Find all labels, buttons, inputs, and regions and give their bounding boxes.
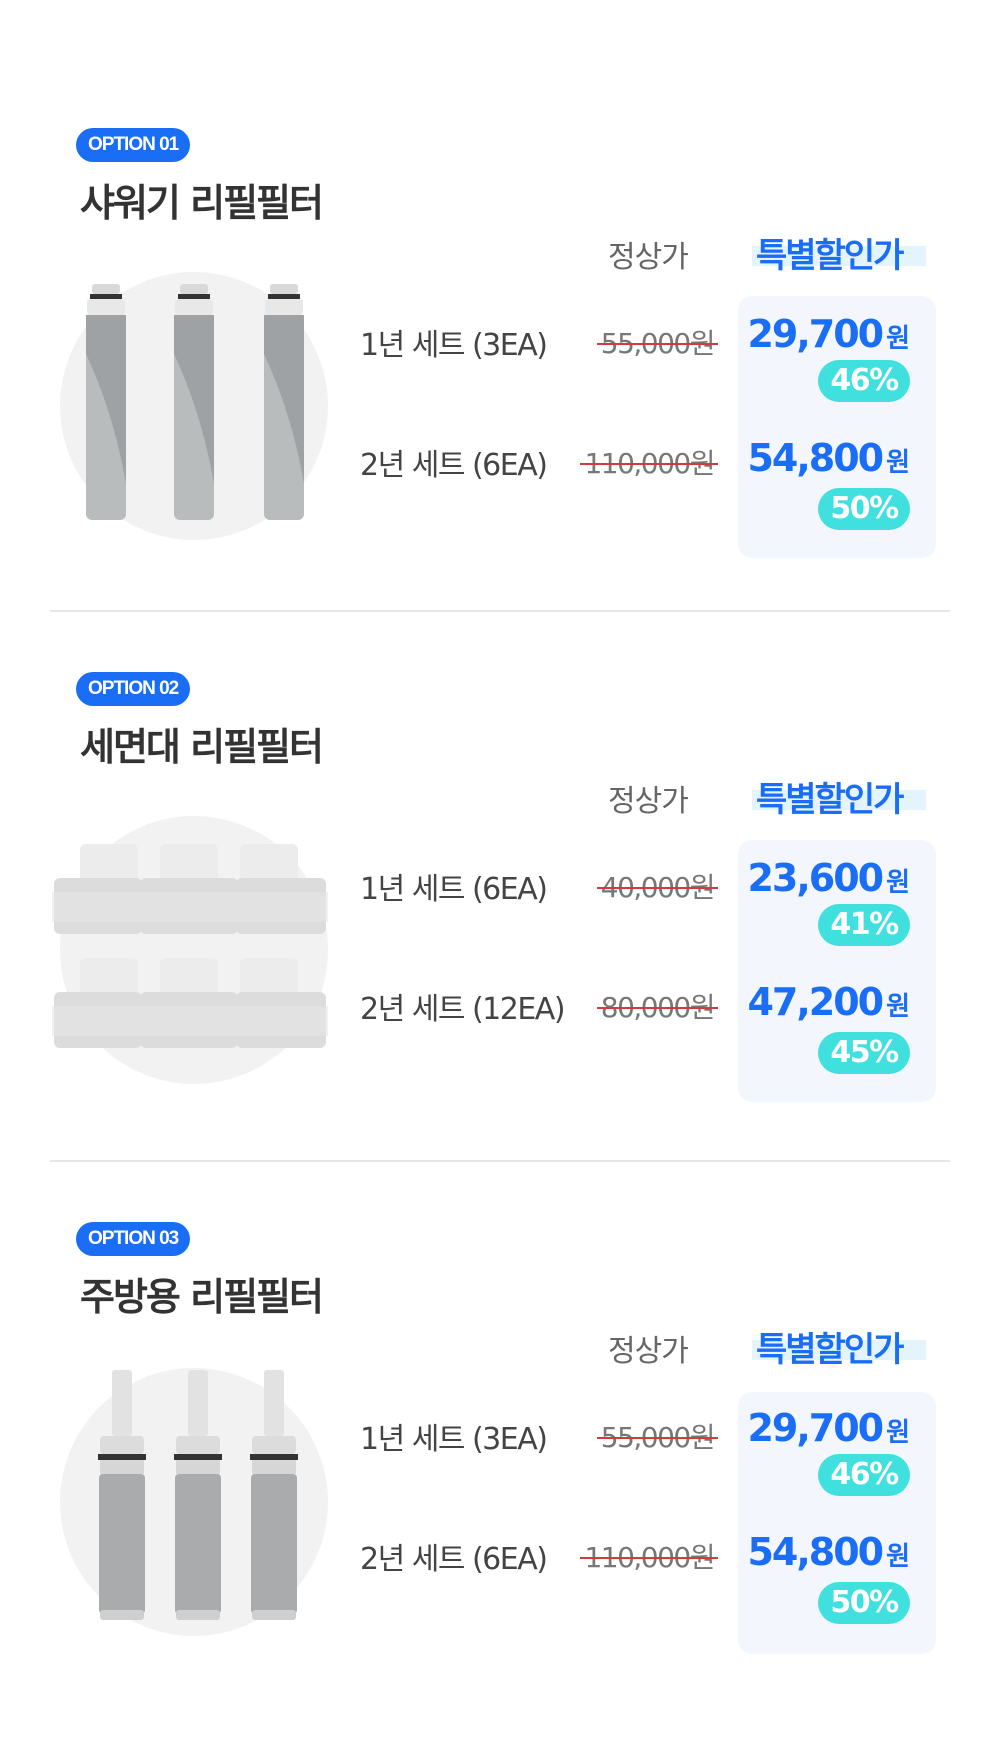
currency-unit: 원 bbox=[886, 868, 910, 898]
sale-price: 29,700 원 bbox=[747, 1406, 910, 1450]
section-divider bbox=[50, 610, 950, 612]
option-title: 세면대 리필필터 bbox=[80, 725, 324, 769]
currency-unit: 원 bbox=[886, 1418, 910, 1448]
set-label: 2년 세트 (6EA) bbox=[360, 1542, 548, 1577]
option-badge: OPTION 01 bbox=[76, 128, 191, 162]
set-label: 1년 세트 (3EA) bbox=[360, 328, 548, 363]
currency-unit: 원 bbox=[886, 1542, 910, 1572]
strikethrough-line bbox=[596, 342, 718, 345]
original-price: 110,000원 bbox=[580, 1536, 718, 1576]
currency-unit: 원 bbox=[886, 992, 910, 1022]
sale-price-value: 23,600 bbox=[747, 856, 884, 900]
basin-filter-image bbox=[52, 958, 328, 1048]
original-price: 80,000원 bbox=[596, 986, 718, 1026]
regular-price-header: 정상가 bbox=[608, 784, 689, 819]
strikethrough-line bbox=[580, 1556, 718, 1559]
sale-price: 29,700 원 bbox=[747, 312, 910, 356]
discount-badge: 50% bbox=[818, 1582, 910, 1624]
sale-price-value: 29,700 bbox=[747, 312, 884, 356]
option-badge: OPTION 02 bbox=[76, 672, 191, 706]
set-label: 2년 세트 (12EA) bbox=[360, 992, 566, 1027]
basin-filter-image bbox=[52, 844, 328, 934]
currency-unit: 원 bbox=[886, 448, 910, 478]
strikethrough-line bbox=[596, 886, 718, 889]
special-price-header-label: 특별할인가 bbox=[756, 780, 904, 820]
sale-price-value: 47,200 bbox=[747, 980, 884, 1024]
shower-filter-image bbox=[86, 284, 126, 520]
special-price-header: 특별할인가 bbox=[752, 228, 926, 276]
section-divider bbox=[50, 1160, 950, 1162]
option-badge: OPTION 03 bbox=[76, 1222, 191, 1256]
kitchen-filter-image bbox=[250, 1370, 298, 1620]
discount-badge: 45% bbox=[818, 1032, 910, 1074]
regular-price-header: 정상가 bbox=[608, 1334, 689, 1369]
currency-unit: 원 bbox=[886, 324, 910, 354]
discount-badge: 46% bbox=[818, 360, 910, 402]
original-price: 40,000원 bbox=[596, 866, 718, 906]
special-price-header-label: 특별할인가 bbox=[756, 1330, 904, 1370]
special-price-header: 특별할인가 bbox=[752, 772, 926, 820]
kitchen-filter-image bbox=[174, 1370, 222, 1620]
shower-filter-image bbox=[174, 284, 214, 520]
sale-price: 23,600 원 bbox=[747, 856, 910, 900]
original-price: 110,000원 bbox=[580, 442, 718, 482]
strikethrough-line bbox=[580, 462, 718, 465]
sale-price-value: 54,800 bbox=[747, 1530, 884, 1574]
option-title: 주방용 리필필터 bbox=[80, 1275, 324, 1319]
regular-price-header: 정상가 bbox=[608, 240, 689, 275]
discount-badge: 41% bbox=[818, 904, 910, 946]
special-price-header: 특별할인가 bbox=[752, 1322, 926, 1370]
sale-price: 47,200 원 bbox=[747, 980, 910, 1024]
sale-price-value: 29,700 bbox=[747, 1406, 884, 1450]
sale-price: 54,800 원 bbox=[747, 436, 910, 480]
discount-badge: 46% bbox=[818, 1454, 910, 1496]
sale-price-value: 54,800 bbox=[747, 436, 884, 480]
special-price-header-label: 특별할인가 bbox=[756, 236, 904, 276]
shower-filter-image bbox=[264, 284, 304, 520]
sale-price: 54,800 원 bbox=[747, 1530, 910, 1574]
strikethrough-line bbox=[596, 1436, 718, 1439]
set-label: 1년 세트 (3EA) bbox=[360, 1422, 548, 1457]
strikethrough-line bbox=[596, 1006, 718, 1009]
original-price: 55,000원 bbox=[596, 1416, 718, 1456]
kitchen-filter-image bbox=[98, 1370, 146, 1620]
discount-badge: 50% bbox=[818, 488, 910, 530]
original-price: 55,000원 bbox=[596, 322, 718, 362]
set-label: 1년 세트 (6EA) bbox=[360, 872, 548, 907]
set-label: 2년 세트 (6EA) bbox=[360, 448, 548, 483]
option-title: 샤워기 리필필터 bbox=[80, 181, 324, 225]
